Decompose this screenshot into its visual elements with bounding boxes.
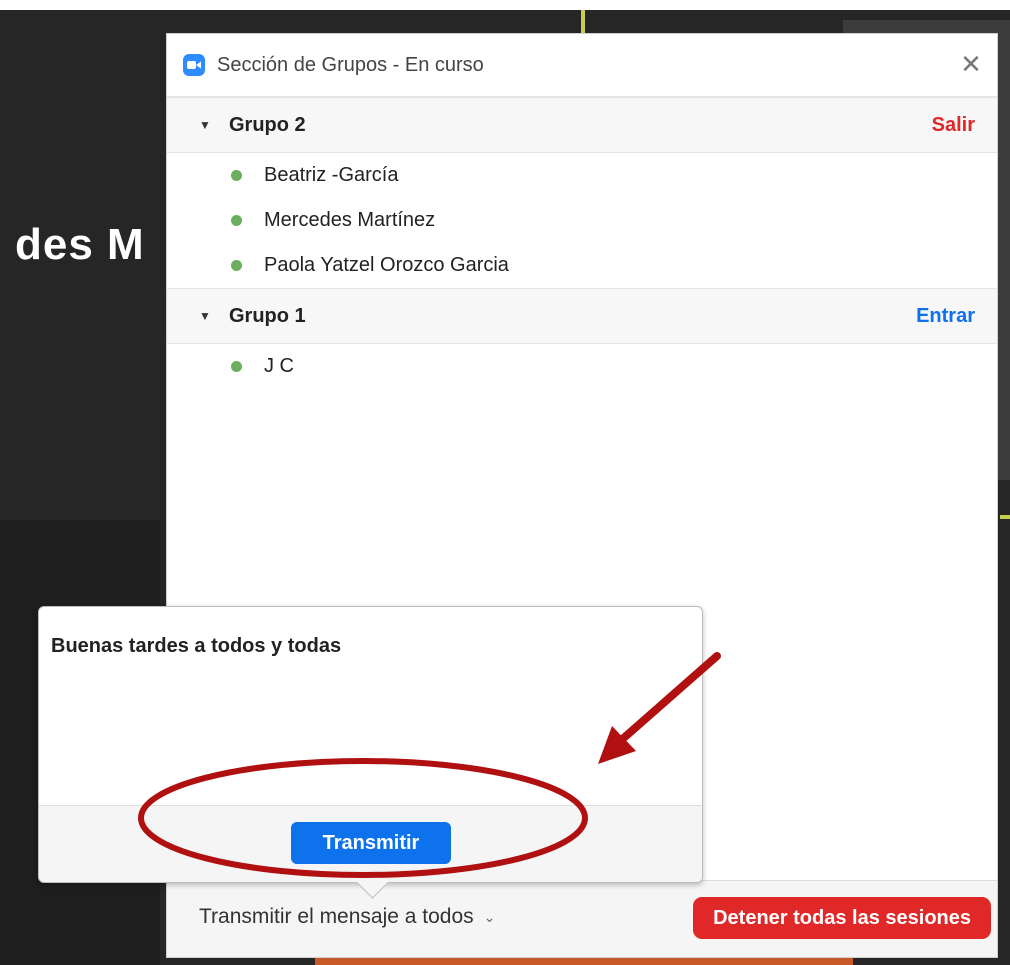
participant-row: Paola Yatzel Orozco Garcia [167, 243, 997, 288]
zoom-camera-icon [183, 54, 205, 76]
window-title: Sección de Grupos - En curso [217, 53, 484, 76]
status-dot-icon [231, 170, 242, 181]
participant-row: J C [167, 344, 997, 389]
participant-row: Beatriz -García [167, 153, 997, 198]
group-name: Grupo 2 [229, 113, 306, 136]
participant-name: J C [264, 355, 294, 377]
join-group-button[interactable]: Entrar [916, 305, 975, 328]
speaker-indicator-line [581, 10, 585, 35]
speaker-indicator-line-2 [1000, 515, 1010, 519]
broadcast-message-dropdown[interactable]: Transmitir el mensaje a todos ⌄ [199, 905, 495, 929]
window-titlebar: Sección de Grupos - En curso ✕ [167, 34, 997, 97]
group-header-grupo-2[interactable]: ▼ Grupo 2 Salir [167, 97, 997, 153]
participant-name: Mercedes Martínez [264, 209, 436, 231]
window-footer: Transmitir el mensaje a todos ⌄ Detener … [167, 880, 997, 957]
status-dot-icon [231, 260, 242, 271]
broadcast-send-button[interactable]: Transmitir [291, 822, 451, 864]
status-dot-icon [231, 361, 242, 372]
status-dot-icon [231, 215, 242, 226]
participant-name: Paola Yatzel Orozco Garcia [264, 254, 509, 276]
broadcast-popup: Buenas tardes a todos y todas Transmitir [38, 606, 703, 899]
broadcast-message-input[interactable]: Buenas tardes a todos y todas [51, 635, 341, 658]
broadcast-message-label: Transmitir el mensaje a todos [199, 905, 474, 928]
group-name: Grupo 1 [229, 304, 306, 327]
caret-down-icon[interactable]: ▼ [199, 309, 215, 323]
close-icon[interactable]: ✕ [959, 51, 983, 77]
leave-group-button[interactable]: Salir [932, 114, 975, 137]
participant-row: Mercedes Martínez [167, 198, 997, 243]
caret-down-icon[interactable]: ▼ [199, 118, 215, 132]
group-header-grupo-1[interactable]: ▼ Grupo 1 Entrar [167, 288, 997, 344]
stop-all-sessions-button[interactable]: Detener todas las sesiones [693, 897, 991, 939]
background-shared-text: des M [15, 220, 145, 269]
participant-name: Beatriz -García [264, 164, 399, 186]
chevron-down-icon: ⌄ [483, 908, 496, 925]
